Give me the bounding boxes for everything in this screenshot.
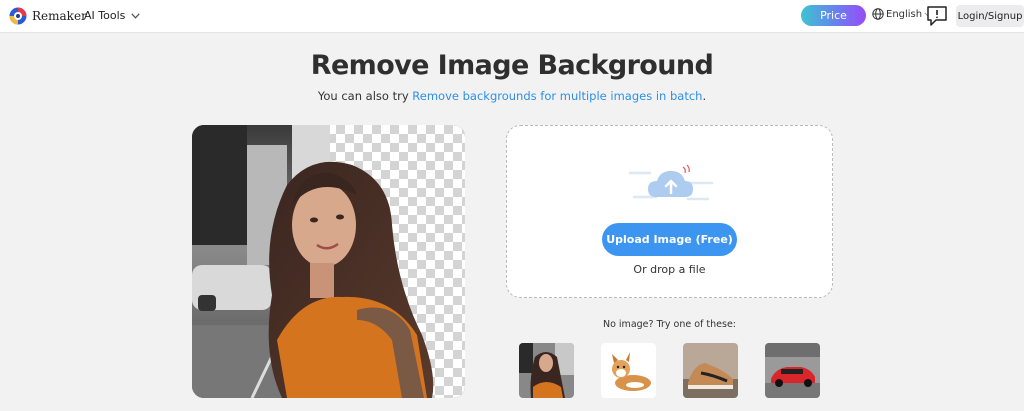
- sample-images-label: No image? Try one of these:: [602, 319, 736, 330]
- top-navbar: Remaker AI Tools Price English Login/Sig…: [0, 0, 1024, 33]
- page-title: Remove Image Background: [310, 50, 714, 81]
- ai-tools-label: AI Tools: [84, 9, 126, 22]
- sample-sneaker-thumbnail[interactable]: [683, 343, 738, 398]
- drop-file-hint: Or drop a file: [633, 263, 706, 276]
- upload-image-button[interactable]: Upload Image (Free): [602, 223, 737, 256]
- sample-dog-thumbnail[interactable]: [601, 343, 656, 398]
- upload-dropzone[interactable]: Upload Image (Free) Or drop a file: [506, 125, 833, 298]
- login-signup-button[interactable]: Login/Signup: [956, 5, 1024, 27]
- sample-car-thumbnail[interactable]: [765, 343, 820, 398]
- page-subtitle: You can also try Remove backgrounds for …: [0, 89, 1024, 103]
- language-selector[interactable]: English: [872, 8, 932, 20]
- batch-removal-link[interactable]: Remove backgrounds for multiple images i…: [412, 89, 702, 103]
- language-label: English: [886, 8, 923, 20]
- demo-image: [192, 125, 465, 398]
- feedback-icon[interactable]: [926, 5, 948, 27]
- sample-images: [519, 343, 820, 398]
- cloud-upload-icon: [628, 164, 714, 201]
- sample-woman-thumbnail[interactable]: [519, 343, 574, 398]
- remaker-logo-icon[interactable]: [9, 7, 27, 25]
- chevron-down-icon: [131, 12, 141, 19]
- price-button[interactable]: Price: [801, 5, 866, 26]
- subtitle-prefix: You can also try: [317, 89, 413, 103]
- globe-icon: [872, 8, 884, 20]
- brand-name[interactable]: Remaker: [32, 9, 87, 23]
- subtitle-suffix: .: [702, 89, 707, 103]
- ai-tools-menu[interactable]: AI Tools: [84, 9, 141, 22]
